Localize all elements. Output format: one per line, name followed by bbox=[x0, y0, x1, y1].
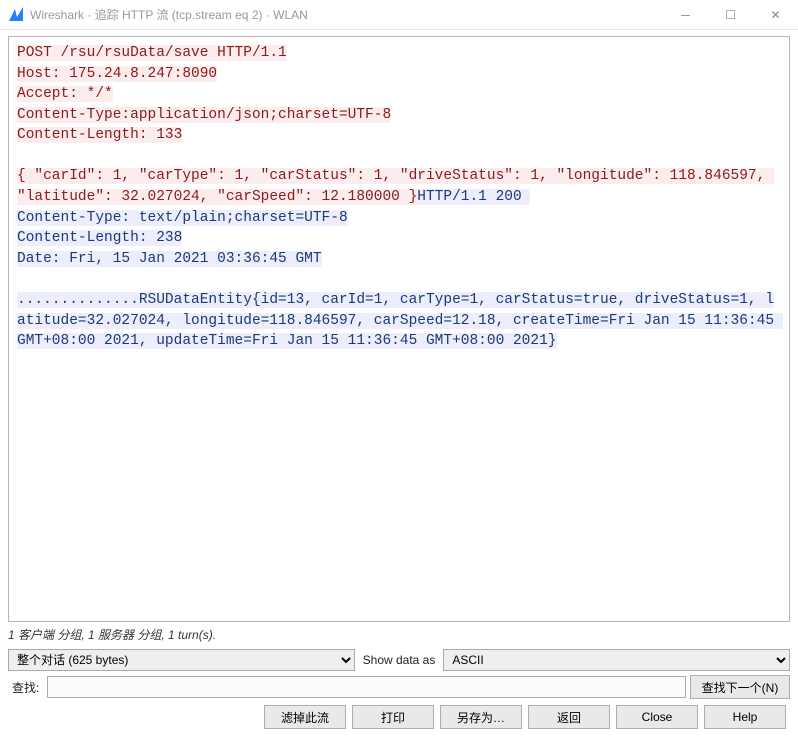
print-button[interactable]: 打印 bbox=[352, 705, 434, 729]
minimize-button[interactable]: ─ bbox=[663, 0, 708, 29]
client-area: POST /rsu/rsuData/save HTTP/1.1 Host: 17… bbox=[0, 30, 798, 737]
close-window-button[interactable]: ✕ bbox=[753, 0, 798, 29]
find-next-button[interactable]: 查找下一个(N) bbox=[690, 675, 790, 699]
packet-summary: 1 客户端 分组, 1 服务器 分组, 1 turn(s). bbox=[8, 626, 790, 643]
find-input[interactable] bbox=[47, 676, 686, 698]
find-label: 查找: bbox=[8, 679, 43, 696]
response-text: HTTP/1.1 200 Content-Type: text/plain;ch… bbox=[17, 189, 783, 349]
window-controls: ─ ☐ ✕ bbox=[663, 0, 798, 29]
request-text: POST /rsu/rsuData/save HTTP/1.1 Host: 17… bbox=[17, 45, 774, 205]
stream-content[interactable]: POST /rsu/rsuData/save HTTP/1.1 Host: 17… bbox=[8, 36, 790, 622]
find-row: 查找: 查找下一个(N) bbox=[8, 675, 790, 699]
app-icon bbox=[8, 7, 24, 23]
close-button[interactable]: Close bbox=[616, 705, 698, 729]
help-button[interactable]: Help bbox=[704, 705, 786, 729]
maximize-button[interactable]: ☐ bbox=[708, 0, 753, 29]
back-button[interactable]: 返回 bbox=[528, 705, 610, 729]
encoding-select[interactable]: ASCII bbox=[443, 649, 790, 671]
conversation-row: 整个对话 (625 bytes) Show data as ASCII bbox=[8, 649, 790, 671]
save-as-button[interactable]: 另存为… bbox=[440, 705, 522, 729]
show-data-as-label: Show data as bbox=[359, 653, 440, 667]
titlebar: Wireshark · 追踪 HTTP 流 (tcp.stream eq 2) … bbox=[0, 0, 798, 30]
button-row: 滤掉此流 打印 另存为… 返回 Close Help bbox=[8, 705, 790, 729]
conversation-select[interactable]: 整个对话 (625 bytes) bbox=[8, 649, 355, 671]
window-title: Wireshark · 追踪 HTTP 流 (tcp.stream eq 2) … bbox=[30, 6, 663, 23]
filter-out-button[interactable]: 滤掉此流 bbox=[264, 705, 346, 729]
